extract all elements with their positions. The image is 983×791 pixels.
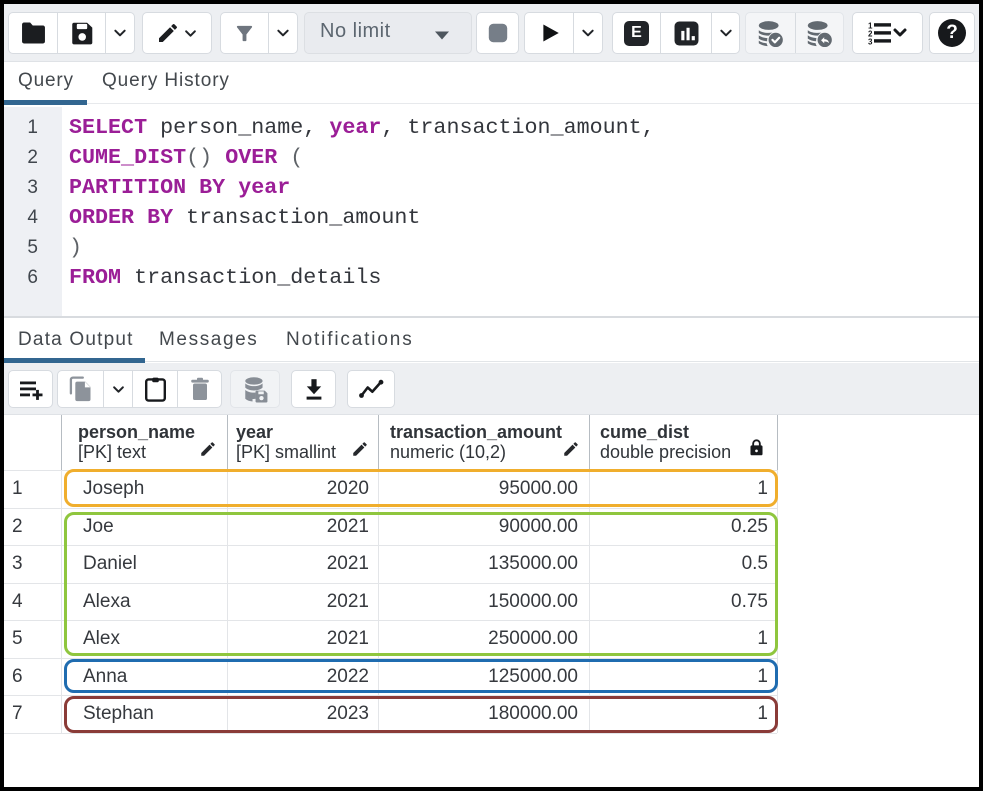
svg-text:3: 3: [868, 38, 873, 47]
